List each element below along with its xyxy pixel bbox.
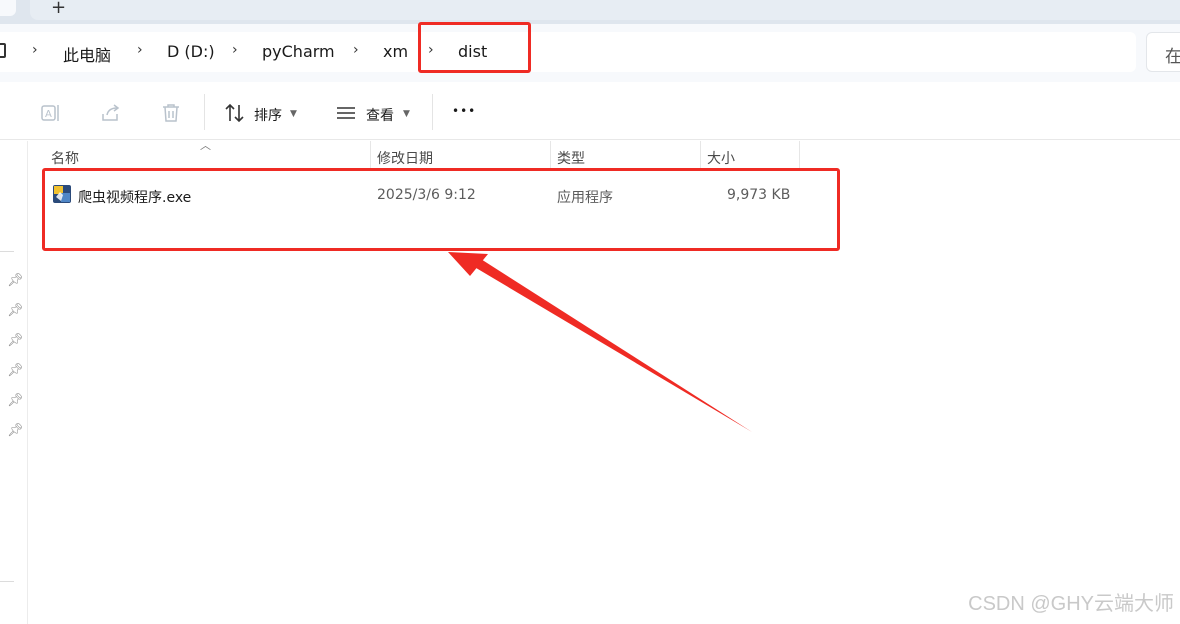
watermark: CSDN @GHY云端大师 <box>968 593 1174 615</box>
arrow-shaft <box>466 254 752 432</box>
annotation-arrow <box>448 252 752 432</box>
